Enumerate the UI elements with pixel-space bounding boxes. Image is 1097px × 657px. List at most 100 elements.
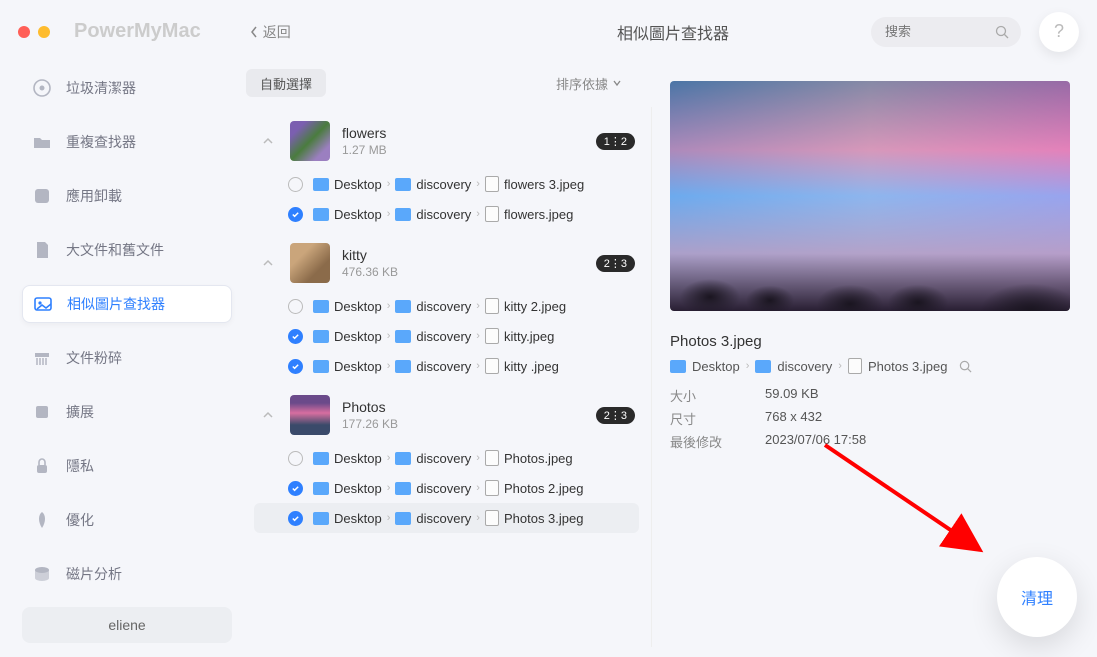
- back-button[interactable]: 返回: [249, 22, 291, 42]
- sidebar-item-label: 重複查找器: [66, 132, 136, 152]
- folder-icon: [313, 512, 329, 525]
- shredder-icon: [32, 348, 52, 368]
- result-list[interactable]: flowers 1.27 MB 1⋮2 Desktop›discovery›fl…: [246, 107, 652, 647]
- group-header[interactable]: kitty 476.36 KB 2⋮3: [246, 229, 647, 291]
- group-name: Photos: [342, 399, 398, 415]
- sidebar-item-privacy[interactable]: 隱私: [22, 447, 232, 485]
- checkbox[interactable]: [288, 177, 303, 192]
- group-header[interactable]: flowers 1.27 MB 1⋮2: [246, 107, 647, 169]
- folder-icon: [395, 452, 411, 465]
- sidebar-item-similar-images[interactable]: 相似圖片查找器: [22, 285, 232, 323]
- meta-value-dim: 768 x 432: [765, 409, 1077, 428]
- file-name: kitty.jpeg: [504, 329, 554, 344]
- folder-icon: [313, 452, 329, 465]
- file-row[interactable]: Desktop›discovery›kitty.jpeg: [254, 321, 639, 351]
- file-icon: [485, 510, 499, 526]
- group-name: flowers: [342, 125, 387, 141]
- image-icon: [33, 294, 53, 314]
- folder-icon: [313, 208, 329, 221]
- sidebar-item-label: 應用卸載: [66, 186, 122, 206]
- count-badge: 2⋮3: [596, 255, 635, 272]
- file-icon: [485, 298, 499, 314]
- checkbox-checked[interactable]: [288, 207, 303, 222]
- file-icon: [32, 240, 52, 260]
- checkbox-checked[interactable]: [288, 359, 303, 374]
- gauge-icon: [32, 78, 52, 98]
- preview-image: [670, 81, 1070, 311]
- group-header[interactable]: Photos 177.26 KB 2⋮3: [246, 381, 647, 443]
- group-size: 177.26 KB: [342, 417, 398, 431]
- sidebar-item-large-old-files[interactable]: 大文件和舊文件: [22, 231, 232, 269]
- file-icon: [485, 480, 499, 496]
- folder-icon: [395, 482, 411, 495]
- chevron-up-icon[interactable]: [258, 258, 278, 268]
- search-field[interactable]: [871, 17, 1021, 47]
- checkbox-checked[interactable]: [288, 481, 303, 496]
- folder-icon: [313, 300, 329, 313]
- chevron-down-icon: [612, 79, 622, 87]
- minimize-window-button[interactable]: [38, 26, 50, 38]
- sidebar-item-label: 文件粉碎: [66, 348, 122, 368]
- lock-icon: [32, 456, 52, 476]
- sidebar-item-duplicate-finder[interactable]: 重複查找器: [22, 123, 232, 161]
- file-icon: [848, 358, 862, 374]
- folder-icon: [395, 360, 411, 373]
- rocket-icon: [32, 510, 52, 530]
- file-icon: [485, 358, 499, 374]
- sidebar-item-trash-cleaner[interactable]: 垃圾清潔器: [22, 69, 232, 107]
- sidebar-item-extensions[interactable]: 擴展: [22, 393, 232, 431]
- sidebar: 垃圾清潔器 重複查找器 應用卸載 大文件和舊文件 相似圖片查找器 文件粉碎: [0, 63, 246, 657]
- checkbox-checked[interactable]: [288, 329, 303, 344]
- sort-label: 排序依據: [556, 74, 608, 93]
- user-chip[interactable]: eliene: [22, 607, 232, 643]
- folder-icon: [755, 360, 771, 373]
- meta-label-size: 大小: [670, 386, 765, 405]
- close-window-button[interactable]: [18, 26, 30, 38]
- sidebar-item-shredder[interactable]: 文件粉碎: [22, 339, 232, 377]
- file-row[interactable]: Desktop›discovery›kitty .jpeg: [254, 351, 639, 381]
- file-row[interactable]: Desktop›discovery›flowers.jpeg: [254, 199, 639, 229]
- group-size: 1.27 MB: [342, 143, 387, 157]
- sidebar-item-app-uninstall[interactable]: 應用卸載: [22, 177, 232, 215]
- sidebar-item-optimize[interactable]: 優化: [22, 501, 232, 539]
- sort-dropdown[interactable]: 排序依據: [556, 74, 622, 93]
- checkbox[interactable]: [288, 451, 303, 466]
- chevron-up-icon[interactable]: [258, 136, 278, 146]
- file-row[interactable]: Desktop›discovery›Photos.jpeg: [254, 443, 639, 473]
- magnify-icon[interactable]: [959, 360, 972, 373]
- file-row[interactable]: Desktop›discovery›flowers 3.jpeg: [254, 169, 639, 199]
- sidebar-item-label: 擴展: [66, 402, 94, 422]
- file-name: kitty 2.jpeg: [504, 299, 566, 314]
- meta-value-size: 59.09 KB: [765, 386, 1077, 405]
- file-name: flowers.jpeg: [504, 207, 573, 222]
- file-row[interactable]: Desktop›discovery›kitty 2.jpeg: [254, 291, 639, 321]
- sidebar-item-label: 垃圾清潔器: [66, 78, 136, 98]
- file-row[interactable]: Desktop›discovery›Photos 2.jpeg: [254, 473, 639, 503]
- file-name: Photos 2.jpeg: [504, 481, 584, 496]
- file-icon: [485, 450, 499, 466]
- meta-value-mod: 2023/07/06 17:58: [765, 432, 1077, 451]
- preview-filename: Photos 3.jpeg: [670, 333, 1077, 350]
- window-controls: [18, 26, 50, 38]
- question-icon: ?: [1054, 21, 1064, 42]
- sidebar-item-disk-analyze[interactable]: 磁片分析: [22, 555, 232, 593]
- checkbox[interactable]: [288, 299, 303, 314]
- count-badge: 1⋮2: [596, 133, 635, 150]
- preview-path: Desktop› discovery› Photos 3.jpeg: [670, 358, 1077, 374]
- file-icon: [485, 176, 499, 192]
- checkbox-checked[interactable]: [288, 511, 303, 526]
- file-row-selected[interactable]: Desktop›discovery›Photos 3.jpeg: [254, 503, 639, 533]
- auto-select-button[interactable]: 自動選擇: [246, 69, 326, 97]
- folder-icon: [395, 178, 411, 191]
- help-button[interactable]: ?: [1039, 12, 1079, 52]
- chevron-left-icon: [249, 25, 259, 39]
- sidebar-item-label: 優化: [66, 510, 94, 530]
- file-icon: [485, 328, 499, 344]
- sidebar-item-label: 大文件和舊文件: [66, 240, 164, 260]
- chevron-up-icon[interactable]: [258, 410, 278, 420]
- folder-icon: [313, 360, 329, 373]
- folder-icon: [313, 482, 329, 495]
- clean-button[interactable]: 清理: [997, 557, 1077, 637]
- file-name: flowers 3.jpeg: [504, 177, 584, 192]
- count-badge: 2⋮3: [596, 407, 635, 424]
